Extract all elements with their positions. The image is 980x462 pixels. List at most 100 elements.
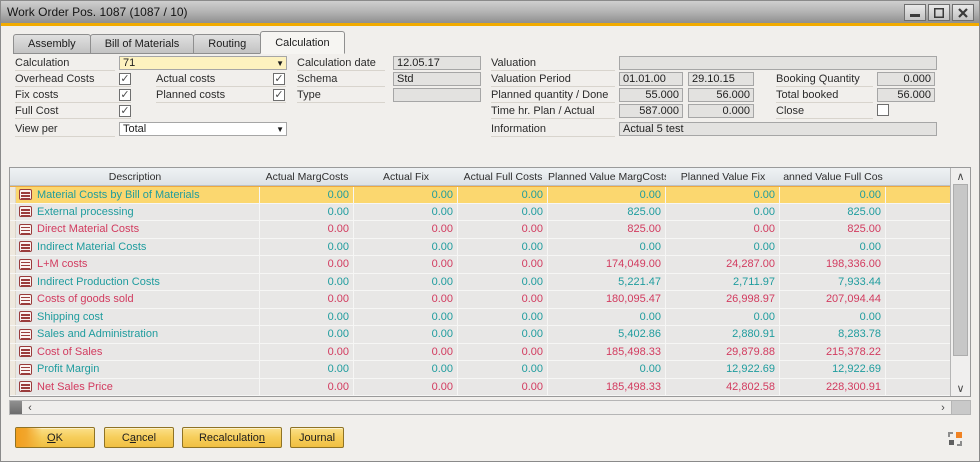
overhead-costs-label: Overhead Costs bbox=[15, 73, 131, 87]
document-lines-icon bbox=[19, 381, 32, 392]
row-link-icon[interactable] bbox=[16, 239, 34, 256]
actual-fix-cell: 0.00 bbox=[354, 361, 458, 378]
row-link-icon[interactable] bbox=[16, 379, 34, 396]
vertical-scroll-track[interactable] bbox=[951, 356, 970, 380]
actual-fix-cell: 0.00 bbox=[354, 291, 458, 308]
actual-full-costs-cell: 0.00 bbox=[458, 326, 548, 343]
description-cell: Cost of Sales bbox=[34, 344, 260, 361]
planned-quantity-field[interactable]: 55.000 bbox=[619, 88, 683, 102]
type-field[interactable] bbox=[393, 88, 481, 102]
table-row[interactable]: Shipping cost 0.00 0.00 0.00 0.00 0.00 0… bbox=[10, 309, 950, 327]
column-header-planned-value-full-cost[interactable]: anned Value Full Cos bbox=[780, 171, 886, 183]
filler-cell bbox=[886, 274, 950, 291]
scroll-left-button[interactable]: ‹ bbox=[22, 401, 38, 414]
column-header-planned-value-margcosts[interactable]: Planned Value MargCosts bbox=[548, 171, 666, 183]
time-hr-plan-field[interactable]: 587.000 bbox=[619, 104, 683, 118]
actual-full-costs-cell: 0.00 bbox=[458, 187, 548, 203]
close-checkbox[interactable] bbox=[877, 104, 889, 116]
actual-full-costs-cell: 0.00 bbox=[458, 256, 548, 273]
chevron-down-icon[interactable]: ▼ bbox=[276, 124, 284, 136]
horizontal-scrollbar[interactable]: ‹ › bbox=[9, 400, 971, 415]
table-header: Description Actual MargCosts Actual Fix … bbox=[10, 168, 950, 186]
calculation-date-field[interactable]: 12.05.17 bbox=[393, 56, 481, 70]
vertical-scrollbar[interactable]: ∧ ∨ bbox=[950, 168, 970, 396]
column-header-actual-margcosts[interactable]: Actual MargCosts bbox=[260, 171, 354, 183]
calculation-combo[interactable]: 71 ▼ bbox=[119, 56, 287, 70]
vertical-scroll-thumb[interactable] bbox=[953, 184, 968, 356]
table-row[interactable]: External processing 0.00 0.00 0.00 825.0… bbox=[10, 204, 950, 222]
cancel-button[interactable]: Cancel bbox=[104, 427, 174, 448]
minimize-button[interactable] bbox=[904, 4, 926, 21]
ok-button[interactable]: OK bbox=[15, 427, 95, 448]
column-header-planned-value-fix[interactable]: Planned Value Fix bbox=[666, 171, 780, 183]
actual-margcosts-cell: 0.00 bbox=[260, 326, 354, 343]
table-row[interactable]: Net Sales Price 0.00 0.00 0.00 185,498.3… bbox=[10, 379, 950, 397]
document-lines-icon bbox=[19, 311, 32, 322]
row-link-icon[interactable] bbox=[16, 309, 34, 326]
planned-value-fix-cell: 29,879.88 bbox=[666, 344, 780, 361]
planned-quantity-done-label: Planned quantity / Done bbox=[491, 89, 615, 103]
row-link-icon[interactable] bbox=[16, 256, 34, 273]
table-row[interactable]: Direct Material Costs 0.00 0.00 0.00 825… bbox=[10, 221, 950, 239]
row-link-icon[interactable] bbox=[16, 326, 34, 343]
total-booked-field[interactable]: 56.000 bbox=[877, 88, 935, 102]
resize-form-icon[interactable] bbox=[947, 431, 963, 447]
maximize-button[interactable] bbox=[928, 4, 950, 21]
title-bar[interactable]: Work Order Pos. 1087 (1087 / 10) bbox=[1, 1, 979, 23]
actual-fix-cell: 0.00 bbox=[354, 326, 458, 343]
row-link-icon[interactable] bbox=[16, 361, 34, 378]
filler-cell bbox=[886, 361, 950, 378]
calculation-date-label: Calculation date bbox=[297, 57, 385, 71]
fix-costs-checkbox[interactable]: ✓ bbox=[119, 89, 131, 101]
table-row[interactable]: Indirect Production Costs 0.00 0.00 0.00… bbox=[10, 274, 950, 292]
chevron-down-icon[interactable]: ▼ bbox=[276, 58, 284, 70]
close-button[interactable] bbox=[952, 4, 974, 21]
scroll-down-icon: ∨ bbox=[956, 382, 964, 395]
table-row[interactable]: L+M costs 0.00 0.00 0.00 174,049.00 24,2… bbox=[10, 256, 950, 274]
tab-assembly[interactable]: Assembly bbox=[13, 34, 91, 54]
close-label: Close bbox=[776, 105, 873, 119]
valuation-period-to-field[interactable]: 29.10.15 bbox=[688, 72, 754, 86]
information-field[interactable]: Actual 5 test bbox=[619, 122, 937, 136]
horizontal-scroll-track[interactable] bbox=[38, 401, 935, 414]
done-quantity-field[interactable]: 56.000 bbox=[688, 88, 754, 102]
valuation-period-from-field[interactable]: 01.01.00 bbox=[619, 72, 683, 86]
tab-calculation[interactable]: Calculation bbox=[260, 31, 344, 54]
column-header-actual-fix[interactable]: Actual Fix bbox=[354, 171, 458, 183]
journal-button[interactable]: Journal bbox=[290, 427, 344, 448]
view-per-combo[interactable]: Total ▼ bbox=[119, 122, 287, 136]
view-per-label: View per bbox=[15, 123, 115, 137]
table-row[interactable]: Profit Margin 0.00 0.00 0.00 0.00 12,922… bbox=[10, 361, 950, 379]
table-row[interactable]: Costs of goods sold 0.00 0.00 0.00 180,0… bbox=[10, 291, 950, 309]
table-row[interactable]: Material Costs by Bill of Materials 0.00… bbox=[10, 186, 950, 204]
row-link-icon[interactable] bbox=[16, 187, 34, 203]
table-row[interactable]: Cost of Sales 0.00 0.00 0.00 185,498.33 … bbox=[10, 344, 950, 362]
planned-value-fix-cell: 0.00 bbox=[666, 187, 780, 203]
recalculation-button[interactable]: Recalculation bbox=[182, 427, 282, 448]
table-row[interactable]: Sales and Administration 0.00 0.00 0.00 … bbox=[10, 326, 950, 344]
row-link-icon[interactable] bbox=[16, 344, 34, 361]
booking-quantity-field[interactable]: 0.000 bbox=[877, 72, 935, 86]
planned-costs-checkbox[interactable]: ✓ bbox=[273, 89, 285, 101]
column-header-description[interactable]: Description bbox=[10, 171, 260, 183]
full-cost-checkbox[interactable]: ✓ bbox=[119, 105, 131, 117]
planned-value-margcosts-cell: 825.00 bbox=[548, 221, 666, 238]
tab-bill-of-materials[interactable]: Bill of Materials bbox=[90, 34, 195, 54]
time-hr-actual-field[interactable]: 0.000 bbox=[688, 104, 754, 118]
actual-costs-checkbox[interactable]: ✓ bbox=[273, 73, 285, 85]
scroll-right-button[interactable]: › bbox=[935, 401, 951, 414]
overhead-costs-checkbox[interactable]: ✓ bbox=[119, 73, 131, 85]
scroll-up-button[interactable]: ∧ bbox=[951, 168, 970, 184]
actual-margcosts-cell: 0.00 bbox=[260, 344, 354, 361]
row-link-icon[interactable] bbox=[16, 204, 34, 221]
scroll-down-button[interactable]: ∨ bbox=[951, 380, 970, 396]
valuation-field[interactable] bbox=[619, 56, 937, 70]
column-header-actual-full-costs[interactable]: Actual Full Costs bbox=[458, 171, 548, 183]
row-link-icon[interactable] bbox=[16, 291, 34, 308]
tab-routing[interactable]: Routing bbox=[193, 34, 261, 54]
table-row[interactable]: Indirect Material Costs 0.00 0.00 0.00 0… bbox=[10, 239, 950, 257]
schema-field[interactable]: Std bbox=[393, 72, 481, 86]
actual-margcosts-cell: 0.00 bbox=[260, 256, 354, 273]
row-link-icon[interactable] bbox=[16, 274, 34, 291]
row-link-icon[interactable] bbox=[16, 221, 34, 238]
